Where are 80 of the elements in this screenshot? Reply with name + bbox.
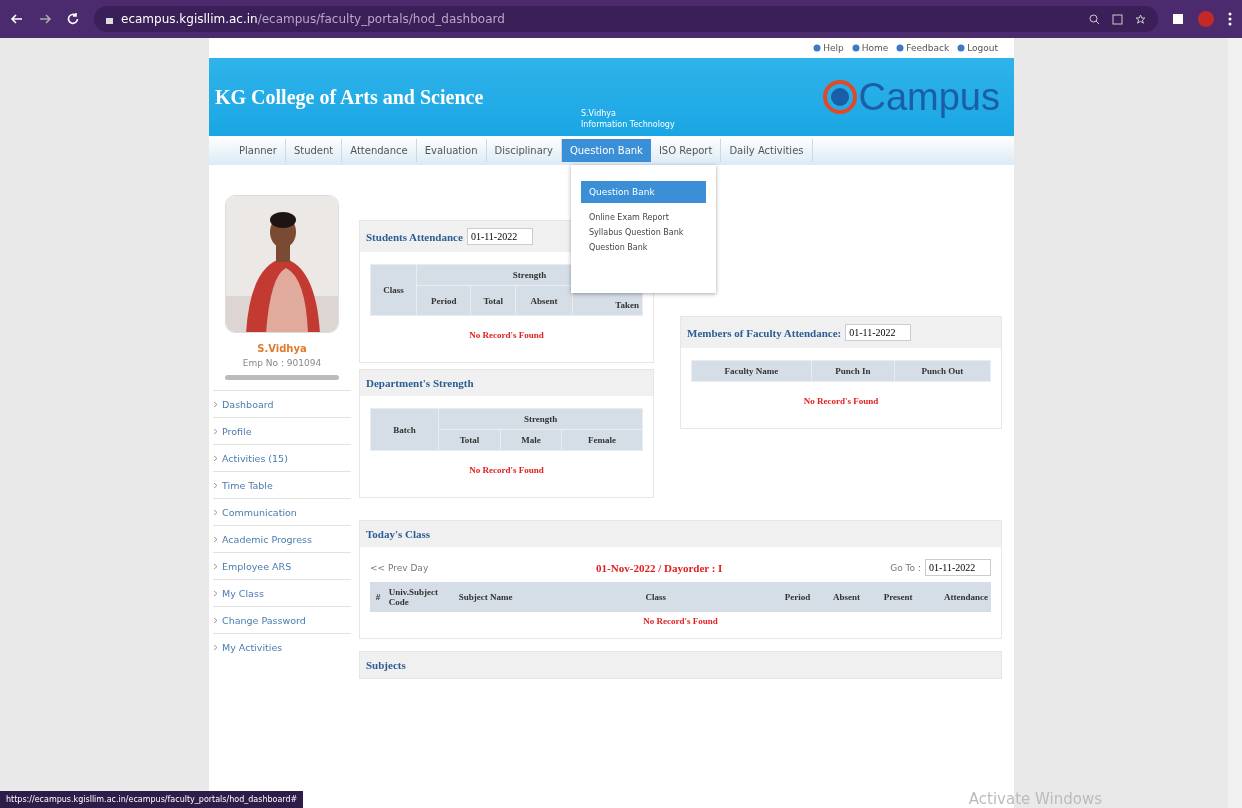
chevron-icon [213, 644, 218, 651]
user-info: S.Vidhya Information Technology [581, 108, 675, 130]
chevron-icon [213, 536, 218, 543]
employee-number: Emp No : 901094 [241, 358, 323, 368]
college-name: KG College of Arts and Science [215, 85, 484, 109]
sidebar-item[interactable]: Communication [213, 498, 351, 525]
date-field[interactable]: 01-11-2022 [925, 559, 991, 576]
logo: Campus [822, 75, 1000, 119]
nav-tab[interactable]: Planner [231, 139, 286, 162]
address-bar[interactable]: ecampus.kgisllim.ac.in/ecampus/faculty_portals/hod_dashboard [94, 6, 1158, 32]
header-link[interactable]: Help [813, 43, 844, 53]
nav-tab[interactable]: Evaluation [416, 139, 487, 162]
nav-tab[interactable]: Attendance [342, 139, 417, 162]
column-header: Batch [370, 408, 439, 451]
column-header: Class [545, 582, 766, 612]
panel-title: Students Attendance [366, 230, 463, 243]
forward-icon[interactable] [38, 12, 52, 26]
prev-day-link[interactable]: << Prev Day [370, 562, 429, 573]
column-header: Absent [813, 582, 864, 612]
search-icon[interactable] [1089, 13, 1100, 25]
sidebar-item[interactable]: Dashboard [213, 390, 351, 417]
panel-title: Subjects [366, 659, 406, 671]
sidebar-item[interactable]: Activities (15) [213, 444, 351, 471]
column-header: Univ.Subject Code [385, 582, 456, 612]
column-header: Faculty Name [691, 360, 812, 382]
panel-title: Today's Class [366, 528, 431, 540]
sidebar-item[interactable]: My Activities [213, 633, 351, 660]
column-header: Punch Out [894, 360, 991, 382]
menu-item[interactable]: Online Exam Report [581, 213, 706, 222]
panel-title: Members of Faculty Attendance: [687, 326, 842, 339]
header-link[interactable]: Feedback [896, 43, 950, 53]
sidebar-item[interactable]: Change Password [213, 606, 351, 633]
nav-tab[interactable]: Daily Activities [721, 139, 813, 162]
scrollbar[interactable] [1228, 38, 1242, 808]
column-header: Attendance [915, 582, 991, 612]
header-link[interactable]: Logout [957, 43, 998, 53]
sidebar-item[interactable]: Time Table [213, 471, 351, 498]
date-field[interactable]: 01-11-2022 [466, 228, 533, 245]
empty-message: No Record's Found [468, 464, 545, 477]
profile-name: S.Vidhya [256, 343, 308, 354]
column-header: Present [863, 582, 916, 612]
sidebar-item[interactable]: Profile [213, 417, 351, 444]
column-header: Period [416, 285, 471, 316]
column-header: # [370, 582, 386, 612]
date-field[interactable]: 01-11-2022 [845, 324, 912, 341]
empty-message: No Record's Found [642, 615, 719, 628]
column-header: Class [370, 264, 417, 316]
sidebar-item[interactable]: Academic Progress [213, 525, 351, 552]
panel-title: Department's Strength [366, 377, 474, 389]
sidebar-item[interactable]: Employee ARS [213, 552, 351, 579]
header-link[interactable]: Home [851, 43, 889, 53]
reload-icon[interactable] [66, 12, 80, 26]
nav-tab[interactable]: ISO Report [650, 139, 722, 162]
nav-tab[interactable]: Disciplinary [486, 139, 562, 162]
day-label: 01-Nov-2022 / Dayorder : I [596, 561, 723, 574]
menu-item[interactable]: Syllabus Question Bank [581, 228, 706, 237]
chevron-icon [213, 563, 218, 570]
column-header: Strength [438, 408, 643, 430]
goto-label: Go To : [890, 562, 921, 573]
menu-icon[interactable] [1228, 12, 1232, 26]
empty-message: No Record's Found [468, 329, 545, 342]
column-header: Period [765, 582, 814, 612]
sidebar-item[interactable]: My Class [213, 579, 351, 606]
chevron-icon [213, 455, 218, 462]
back-icon[interactable] [10, 12, 24, 26]
chevron-icon [213, 509, 218, 516]
url-text: ecampus.kgisllim.ac.in/ecampus/faculty_portals/hod_dashboard [121, 12, 505, 26]
empty-message: No Record's Found [802, 395, 880, 408]
chevron-icon [213, 482, 218, 489]
sidebar-icon[interactable] [1172, 13, 1184, 25]
chevron-icon [213, 590, 218, 597]
column-header: Subject Name [455, 582, 546, 612]
chevron-icon [213, 617, 218, 624]
column-header: Punch In [811, 360, 895, 382]
chevron-icon [213, 401, 218, 408]
star-icon[interactable] [1135, 13, 1146, 25]
chevron-icon [213, 428, 218, 435]
nav-tab[interactable]: Student [285, 139, 343, 162]
status-url: https://ecampus.kgisllim.ac.in/ecampus/faculty_portals/hod_dashboard# [0, 791, 304, 808]
menu-item[interactable]: Question Bank [581, 243, 706, 252]
